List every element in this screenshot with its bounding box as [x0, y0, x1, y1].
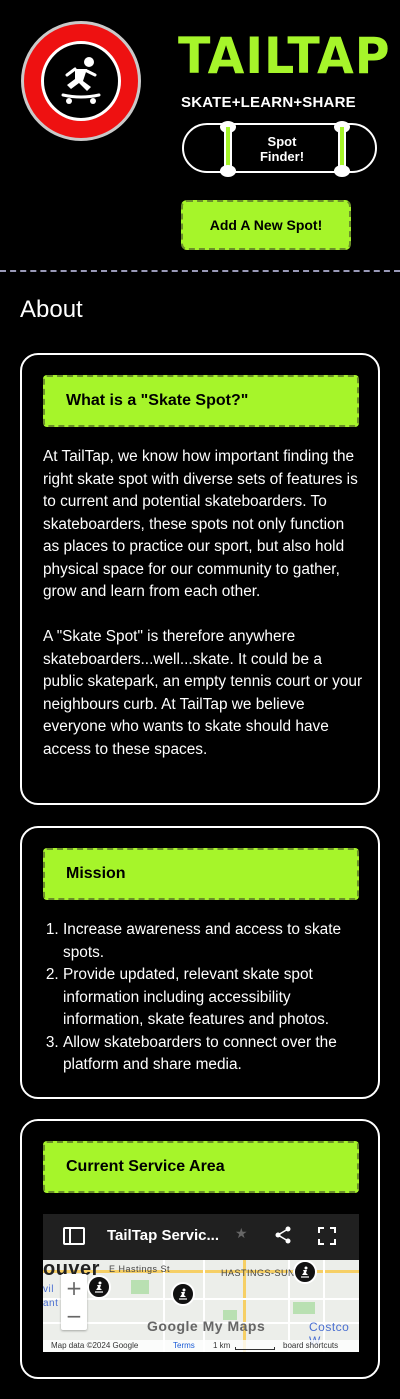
tailtap-logo[interactable] — [21, 21, 141, 141]
google-my-maps-logo: Google My Maps — [147, 1318, 266, 1334]
mission-card: Mission Increase awareness and access to… — [20, 826, 380, 1099]
truck-right-icon — [334, 121, 350, 177]
city-label: vil — [43, 1284, 54, 1295]
sidebar-toggle-icon[interactable] — [63, 1227, 85, 1245]
map-attribution: Map data ©2024 Google Terms 1 km board s… — [43, 1340, 359, 1352]
street-label: E Hastings St — [109, 1264, 171, 1274]
skate-spot-paragraph-1: At TailTap, we know how important findin… — [43, 448, 358, 600]
zoom-controls: + − — [61, 1274, 87, 1330]
star-icon[interactable]: ★ — [235, 1226, 248, 1242]
skate-spot-pin-icon[interactable] — [171, 1282, 195, 1306]
skate-spot-paragraph-2: A "Skate Spot" is therefore anywhere ska… — [43, 628, 363, 758]
keyboard-shortcuts-link[interactable]: board shortcuts — [283, 1340, 338, 1352]
skate-spot-heading: What is a "Skate Spot?" — [43, 375, 359, 427]
mission-item: Provide updated, relevant skate spot inf… — [63, 964, 363, 1032]
skate-spot-body: At TailTap, we know how important findin… — [43, 446, 363, 761]
mission-item: Increase awareness and access to skate s… — [63, 919, 363, 964]
skateboarder-icon — [41, 41, 121, 121]
map-terms-link[interactable]: Terms — [173, 1340, 195, 1352]
tagline: SKATE+LEARN+SHARE — [181, 94, 356, 111]
fullscreen-icon[interactable] — [318, 1227, 336, 1249]
service-area-heading: Current Service Area — [43, 1141, 359, 1193]
header-divider — [0, 270, 400, 272]
mission-heading: Mission — [43, 848, 359, 900]
skate-spot-pin-icon[interactable] — [87, 1275, 111, 1299]
map-title[interactable]: TailTap Servic... — [107, 1227, 219, 1244]
share-icon[interactable] — [274, 1226, 292, 1248]
brand-title: TAILTAP — [178, 27, 391, 85]
city-label: ant — [43, 1298, 59, 1309]
map-toolbar: TailTap Servic... ★ — [43, 1214, 359, 1260]
street-label: HASTINGS-SUN — [221, 1268, 296, 1278]
scale-bar — [235, 1347, 275, 1350]
skate-spot-card: What is a "Skate Spot?" At TailTap, we k… — [20, 353, 380, 805]
service-area-map[interactable]: TailTap Servic... ★ E Hastings St HASTIN… — [43, 1214, 359, 1352]
mission-list: Increase awareness and access to skate s… — [43, 919, 363, 1077]
truck-left-icon — [220, 121, 236, 177]
map-data-text: Map data ©2024 Google — [51, 1341, 139, 1350]
mission-item: Allow skateboarders to connect over the … — [63, 1032, 363, 1077]
site-header: TAILTAP SKATE+LEARN+SHARE Spot Finder! A… — [0, 0, 400, 270]
skate-spot-pin-icon[interactable] — [293, 1260, 317, 1284]
add-new-spot-button[interactable]: Add A New Spot! — [181, 200, 351, 250]
map-scale: 1 km — [213, 1341, 231, 1350]
spot-finder-button[interactable]: Spot Finder! — [182, 121, 377, 177]
service-area-card: Current Service Area TailTap Servic... ★ — [20, 1119, 380, 1379]
mission-body: Increase awareness and access to skate s… — [43, 919, 363, 1077]
about-title: About — [20, 296, 83, 323]
spot-finder-label: Spot Finder! — [259, 134, 305, 164]
zoom-in-button[interactable]: + — [61, 1274, 87, 1302]
zoom-out-button[interactable]: − — [61, 1302, 87, 1330]
